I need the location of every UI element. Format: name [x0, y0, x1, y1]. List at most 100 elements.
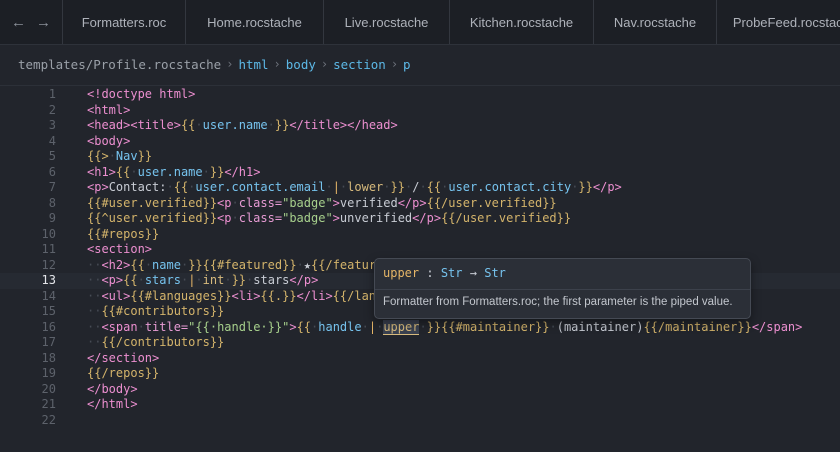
breadcrumb-separator-icon: › [320, 57, 329, 71]
code-token: </section> [87, 350, 160, 365]
code-token: unverified [339, 211, 413, 225]
code-line[interactable]: 2 <html> [0, 103, 840, 119]
tab-home-rocstache[interactable]: Home.rocstache [186, 0, 324, 44]
code-token: {{ [115, 164, 131, 179]
code-token: <li> [231, 288, 261, 303]
code-token: · [361, 319, 369, 334]
code-token: | [368, 319, 377, 334]
tooltip-output-type: Str [484, 266, 506, 280]
breadcrumb: templates/Profile.rocstache › html › bod… [18, 54, 411, 74]
line-code: </html> [87, 397, 138, 413]
code-token: ·· [87, 319, 102, 334]
line-number: 18 [41, 350, 56, 365]
code-line[interactable]: 5 {{>·Nav}} [0, 149, 840, 165]
line-number: 15 [41, 304, 56, 318]
code-line[interactable]: 1 <!doctype html> [0, 87, 840, 103]
line-code: ··<h2>{{·name·}}{{#featured}}·★{{/featur… [87, 258, 383, 274]
line-number: 6 [48, 164, 56, 179]
code-token: {{/repos}} [87, 366, 160, 380]
code-line[interactable]: 19 {{/repos}} [0, 366, 840, 382]
code-token: handle [318, 319, 362, 334]
code-token: {{#contributors}} [101, 304, 225, 318]
history-nav: ← → [0, 0, 63, 44]
code-token: }} [390, 180, 405, 194]
line-code: {{/repos}} [87, 366, 159, 382]
code-line[interactable]: 16 ··<span·title="{{·handle·}}">{{·handle… [0, 319, 840, 336]
line-number: 5 [48, 149, 56, 163]
hover-tooltip: upper : Str → Str Formatter from Formatt… [374, 258, 751, 319]
code-token: · [202, 164, 210, 179]
breadcrumb-segment-html[interactable]: html [238, 57, 268, 72]
code-token: {{/user.verified}} [426, 195, 557, 210]
code-token: {{#languages}} [130, 288, 232, 303]
tooltip-colon: : [426, 266, 434, 280]
line-code: <!doctype html> [87, 87, 195, 103]
code-token: {{.}} [260, 288, 297, 303]
forward-arrow-icon[interactable]: → [36, 14, 51, 31]
code-token: · [144, 257, 153, 272]
code-token: lower [347, 180, 384, 194]
code-token: <!doctype html> [87, 87, 196, 101]
code-token: </body> [87, 381, 138, 396]
tab-live-rocstache[interactable]: Live.rocstache [324, 0, 450, 44]
tab-formatters-roc[interactable]: Formatters.roc [63, 0, 186, 44]
code-token: <ul> [101, 288, 131, 303]
line-code: </section> [87, 351, 159, 367]
code-token: </title> [289, 118, 348, 132]
code-line[interactable]: 22 [0, 413, 840, 429]
line-code: {{^user.verified}}<p·class="badge">unver… [87, 211, 571, 227]
breadcrumb-segment-body[interactable]: body [286, 57, 316, 72]
tab-nav-rocstache[interactable]: Nav.rocstache [594, 0, 717, 44]
tab-probefeed-rocstache[interactable]: ProbeFeed.rocstache [717, 0, 840, 44]
tooltip-signature: upper : Str → Str [383, 266, 506, 280]
code-line[interactable]: 8 {{#user.verified}}<p·class="badge">veri… [0, 196, 840, 212]
code-line[interactable]: 7 <p>Contact:·{{·user.contact.email·|·low… [0, 180, 840, 196]
line-code: </body> [87, 382, 138, 398]
code-token: ·· [87, 257, 102, 272]
code-token: <body> [87, 133, 131, 148]
line-code: <html> [87, 103, 130, 119]
code-line[interactable]: 21 </html> [0, 397, 840, 413]
code-token: · [166, 180, 174, 194]
code-token: </p> [412, 211, 442, 225]
breadcrumb-segment-section[interactable]: section [333, 57, 386, 72]
code-token: · [108, 149, 116, 163]
code-line[interactable]: 9 {{^user.verified}}<p·class="badge">unve… [0, 211, 840, 227]
code-token: upper [383, 319, 420, 335]
code-token: <h2> [101, 257, 131, 272]
code-token: int [202, 273, 225, 287]
code-token: · [267, 118, 275, 132]
code-token: }} [426, 319, 442, 334]
code-token: <p [217, 195, 232, 210]
code-line[interactable]: 3 <head><title>{{·user.name·}}</title></h… [0, 118, 840, 134]
code-line[interactable]: 17 ··{{/contributors}} [0, 335, 840, 351]
breadcrumb-segment-p[interactable]: p [403, 57, 411, 72]
back-arrow-icon[interactable]: ← [11, 14, 26, 31]
tooltip-doc: Formatter from Formatters.roc; the first… [383, 296, 733, 308]
code-token: title= [144, 319, 189, 334]
tooltip-divider [375, 289, 750, 290]
code-token: {{> [87, 149, 109, 163]
code-token: > [332, 211, 340, 225]
code-token: ·· [87, 304, 102, 318]
line-code: ··{{#contributors}} [87, 304, 224, 320]
code-line[interactable]: 10 {{#repos}} [0, 227, 840, 243]
tab-kitchen-rocstache[interactable]: Kitchen.rocstache [450, 0, 594, 44]
code-line[interactable]: 6 <h1>{{·user.name·}}</h1> [0, 165, 840, 181]
code-line[interactable]: 18 </section> [0, 351, 840, 367]
code-token: }} [188, 257, 203, 272]
code-token: {{/maintainer}} [643, 319, 752, 334]
line-code: <p>Contact:·{{·user.contact.email·|·lowe… [87, 180, 622, 196]
code-line[interactable]: 20 </body> [0, 382, 840, 398]
code-token: (maintainer) [556, 319, 644, 334]
code-line[interactable]: 11 <section> [0, 242, 840, 258]
code-token: </p> [397, 195, 427, 210]
code-token: </span> [751, 319, 803, 334]
code-token: }} [137, 149, 153, 163]
tooltip-function-name: upper [383, 266, 420, 280]
code-token: · [231, 195, 239, 210]
code-line[interactable]: 4 <body> [0, 134, 840, 150]
breadcrumb-file-path[interactable]: templates/Profile.rocstache [18, 57, 221, 72]
code-token: ·· [87, 273, 102, 287]
code-token: · [296, 257, 304, 272]
